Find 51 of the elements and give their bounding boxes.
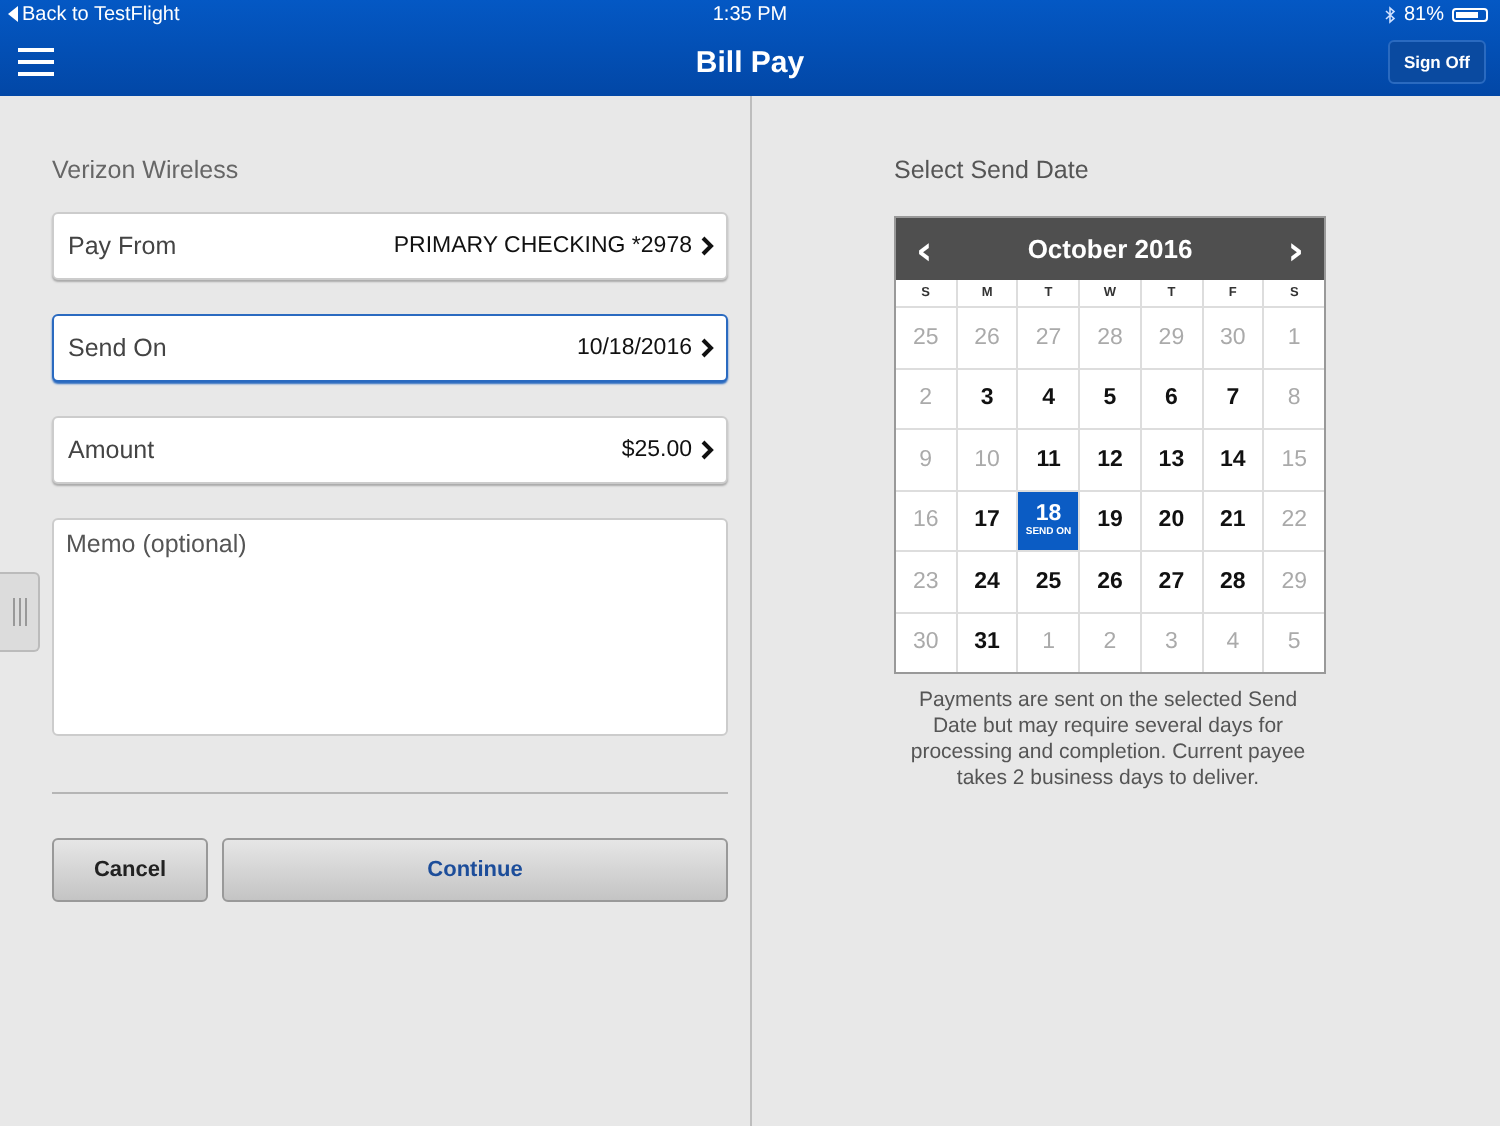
form-field[interactable]: Amount $25.00 — [52, 416, 728, 484]
calendar-day[interactable]: 26 — [1080, 552, 1140, 611]
calendar-day[interactable]: 13 — [1141, 430, 1202, 489]
calendar-day[interactable]: 31 — [957, 613, 1017, 672]
field-label: Pay From — [68, 232, 179, 260]
menu-icon[interactable] — [18, 48, 54, 76]
status-time: 1:35 PM — [712, 3, 788, 25]
calendar-day[interactable]: 27 — [1141, 552, 1202, 611]
form-field[interactable]: Send On 10/18/2016 — [52, 314, 728, 382]
payee-name: Verizon Wireless — [52, 156, 241, 188]
memo-field[interactable]: Memo (optional) — [52, 518, 728, 736]
calendar-day[interactable]: 7 — [1203, 369, 1263, 428]
calendar-day[interactable]: 25 — [1018, 552, 1079, 611]
chevron-right-icon — [700, 236, 714, 256]
cancel-button[interactable]: Cancel — [52, 838, 208, 902]
chevron-right-icon — [700, 440, 714, 460]
field-value: PRIMARY CHECKING *2978 — [393, 234, 692, 258]
payment-note: Payments are sent on the selected Send Date but may require several days for processing and completion. Current payee takes 2 business days to deliver. — [908, 688, 1308, 792]
form-field[interactable]: Pay From PRIMARY CHECKING *2978 — [52, 212, 728, 280]
calendar-day[interactable]: 20 — [1141, 491, 1202, 550]
field-label: Amount — [68, 436, 157, 464]
battery-icon — [1452, 7, 1488, 21]
calendar-day[interactable]: 6 — [1141, 369, 1202, 428]
calendar-day[interactable]: 5 — [1080, 369, 1140, 428]
back-triangle-icon — [8, 6, 18, 22]
calendar-day[interactable]: 24 — [957, 552, 1017, 611]
field-value: $25.00 — [621, 438, 692, 462]
calendar-day[interactable]: 4 — [1018, 369, 1079, 428]
page-title: Bill Pay — [695, 45, 805, 79]
previous-month-button[interactable]: ‹ — [908, 229, 941, 269]
sign-off-button[interactable]: Sign Off — [1387, 40, 1486, 84]
back-link[interactable]: Back to TestFlight — [8, 3, 180, 25]
calendar-day[interactable]: 3 — [957, 369, 1017, 428]
next-month-button[interactable]: › — [1279, 229, 1312, 269]
bluetooth-icon — [1383, 5, 1396, 23]
drawer-handle[interactable] — [0, 572, 40, 652]
grip-icon — [11, 598, 27, 626]
calendar-day[interactable]: 28 — [1203, 552, 1263, 611]
battery-percent: 81% — [1403, 3, 1444, 25]
chevron-right-icon — [700, 338, 714, 358]
continue-button[interactable]: Continue — [222, 838, 728, 902]
field-value: 10/18/2016 — [576, 336, 692, 360]
calendar-day[interactable]: 11 — [1018, 430, 1079, 489]
calendar-day[interactable]: 21 — [1203, 491, 1263, 550]
calendar-day[interactable]: 19 — [1080, 491, 1140, 550]
calendar-day[interactable]: 17 — [957, 491, 1017, 550]
calendar-day[interactable]: 14 — [1203, 430, 1263, 489]
section-heading: Select Send Date — [894, 156, 1091, 188]
month-title: October 2016 — [1027, 234, 1193, 264]
field-label: Send On — [68, 334, 169, 362]
calendar-day[interactable]: 12 — [1080, 430, 1140, 489]
